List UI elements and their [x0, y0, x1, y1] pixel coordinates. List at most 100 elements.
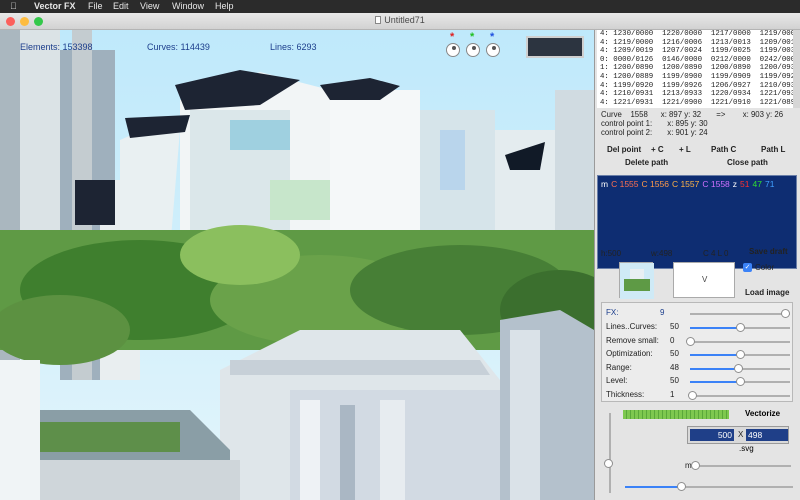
vectorize-settings: FX: 9 Lines..Curves: 50 Remove small: 0 Opti… [601, 302, 793, 402]
code-line[interactable]: 1: 1200/0890 1200/0890 1200/0890 1200/09… [600, 64, 793, 73]
optimization-slider[interactable] [690, 350, 790, 359]
bottom-slider[interactable] [625, 482, 793, 491]
code-line[interactable]: 4: 1210/0931 1213/0933 1220/0934 1221/09… [600, 90, 793, 99]
load-image-button[interactable]: Load image [745, 288, 789, 297]
lines-count: Lines: 6293 [270, 42, 317, 52]
vector-thumbnail[interactable]: V [673, 262, 735, 298]
add-line-button[interactable]: + L [679, 145, 691, 154]
path-token: m [601, 179, 609, 189]
output-height-field[interactable]: 498 [746, 429, 788, 441]
level-value: 50 [670, 376, 679, 385]
path-line-button[interactable]: Path L [761, 145, 785, 154]
bottom-slider-knob[interactable] [677, 482, 686, 491]
blue-channel-dial[interactable] [486, 43, 500, 57]
add-curve-button[interactable]: + C [651, 145, 664, 154]
menu-file[interactable]: File [88, 0, 103, 13]
width-label: w:498 [651, 249, 673, 258]
code-line[interactable]: 0: 0000/0126 0146/0000 0212/0000 0242/00… [600, 56, 793, 65]
path-token: C 1558 [702, 179, 730, 189]
slider-row: Range: 48 [606, 362, 792, 375]
path-token: C 1557 [671, 179, 700, 189]
delete-path-button[interactable]: Delete path [625, 158, 668, 167]
menu-window[interactable]: Window [172, 0, 204, 13]
app-menu[interactable]: Vector FX [34, 0, 76, 13]
remove-small-value: 0 [670, 335, 675, 345]
code-line[interactable]: 4: 1199/0920 1199/0926 1206/0927 1210/09… [600, 82, 793, 91]
optimization-slider-fill [690, 354, 740, 356]
path-curve-button[interactable]: Path C [711, 145, 736, 154]
slider-row: Optimization: 50 [606, 348, 792, 361]
lines-curves-slider[interactable] [690, 323, 790, 332]
dimension-separator: X [738, 430, 744, 439]
remove-small-slider-knob[interactable] [686, 336, 695, 346]
m-slider-knob[interactable] [691, 461, 700, 470]
code-line[interactable]: 4: 1221/0931 1221/0900 1221/0910 1221/08… [600, 99, 793, 108]
menu-help[interactable]: Help [215, 0, 234, 13]
color-well[interactable] [526, 36, 584, 58]
level-slider[interactable] [690, 377, 790, 386]
apple-icon[interactable]:  [10, 0, 17, 13]
output-width-field[interactable]: 500 [690, 429, 734, 441]
remove-small-slider[interactable] [686, 336, 790, 346]
fx-slider-knob[interactable] [781, 309, 790, 318]
fx-slider[interactable] [690, 309, 790, 318]
vectorize-button[interactable]: Vectorize [745, 409, 780, 418]
range-label: Range: [606, 362, 632, 372]
vectorize-progress-bar [623, 410, 729, 419]
elements-count: Elements: 153398 [20, 42, 93, 52]
code-line[interactable]: 4: 1209/0019 1207/0024 1199/0025 1199/00… [600, 47, 793, 56]
code-line[interactable]: 4: 1230/0000 1220/0000 1217/0000 1219/00… [600, 30, 793, 39]
code-scrollbar[interactable] [793, 30, 800, 108]
thickness-slider-knob[interactable] [688, 390, 697, 400]
lines-curves-label: Lines..Curves: [606, 322, 658, 331]
vertical-slider-knob[interactable] [604, 458, 613, 468]
level-slider-fill [690, 381, 740, 383]
range-slider[interactable] [690, 363, 790, 373]
code-line[interactable]: 4: 1219/0000 1216/0006 1213/0013 1209/00… [600, 39, 793, 48]
path-token: 47 [752, 179, 762, 189]
vectorized-image [0, 30, 594, 500]
menu-view[interactable]: View [140, 0, 159, 13]
green-channel-dial[interactable] [466, 43, 480, 57]
slider-row: Lines..Curves: 50 [606, 321, 792, 334]
output-dimensions: 500 X 498 [687, 426, 789, 444]
curve-info: Curve 1558 x: 897 y: 32 => x: 903 y: 26 [601, 110, 784, 119]
blue-channel-marker: * [490, 31, 495, 43]
path-code-list[interactable]: 4: 1230/0000 1220/0000 1217/0000 1219/00… [597, 30, 793, 108]
menu-edit[interactable]: Edit [113, 0, 129, 13]
save-draft-button[interactable]: Save draft [749, 247, 788, 256]
control-point-1-info: control point 1: x: 895 y: 30 [601, 119, 708, 128]
range-slider-knob[interactable] [734, 363, 743, 373]
slider-row: Thickness: 1 [606, 389, 792, 402]
control-point-2-info: control point 2: x: 901 y: 24 [601, 128, 708, 137]
level-slider-knob[interactable] [736, 377, 745, 386]
curve-line-count: C 4 L 0 [703, 249, 729, 258]
red-channel-dial[interactable] [446, 43, 460, 57]
path-token: C 1555 [611, 179, 639, 189]
document-icon [375, 16, 382, 24]
code-line[interactable]: 4: 1200/0889 1199/0900 1199/0909 1199/09… [600, 73, 793, 82]
optimization-label: Optimization: [606, 349, 653, 358]
curves-count: Curves: 114439 [147, 42, 210, 52]
vector-thumbnail-mark: V [702, 275, 708, 284]
lines-curves-slider-knob[interactable] [736, 323, 745, 332]
vertical-slider[interactable] [609, 413, 611, 493]
vector-canvas[interactable]: Elements: 153398 Curves: 114439 Lines: 6… [0, 30, 594, 500]
source-thumbnail[interactable] [619, 262, 654, 299]
fx-value: 9 [660, 308, 665, 317]
close-path-button[interactable]: Close path [727, 158, 768, 167]
source-thumbnail-image [620, 263, 654, 299]
control-panel: 4: 1230/0000 1220/0000 1217/0000 1219/00… [594, 30, 800, 500]
del-point-button[interactable]: Del point [607, 145, 641, 154]
height-label: h:500 [601, 249, 622, 258]
level-label: Level: [606, 376, 628, 385]
thickness-slider[interactable] [688, 390, 790, 400]
optimization-slider-knob[interactable] [736, 350, 745, 359]
window-title-text: Untitled71 [384, 15, 425, 25]
m-slider[interactable] [691, 461, 791, 470]
menu-bar:  Vector FX File Edit View Window Help [0, 0, 800, 13]
lines-curves-slider-fill [690, 327, 740, 329]
thickness-value: 1 [670, 389, 675, 399]
color-checkbox[interactable]: ✓ [743, 263, 752, 272]
path-token: 51 [740, 179, 750, 189]
